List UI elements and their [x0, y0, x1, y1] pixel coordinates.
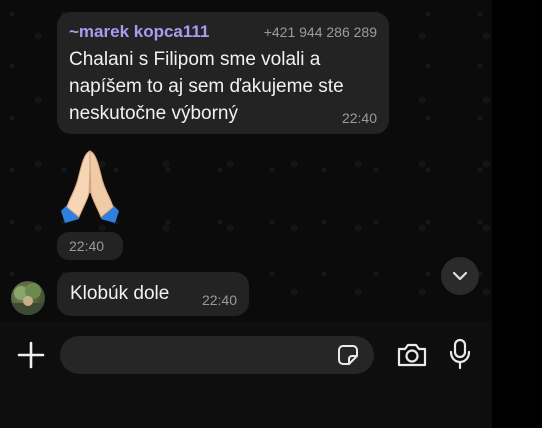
message-time: 22:40: [201, 292, 237, 308]
message-input[interactable]: [60, 336, 374, 374]
avatar-image: [11, 283, 45, 315]
message-time: 22:40: [341, 110, 377, 126]
emoji-time-bubble: 22:40: [57, 232, 123, 260]
sender-name[interactable]: ~marek kopca111: [69, 22, 209, 42]
chevron-down-icon: [452, 271, 468, 281]
sender-row: ~marek kopca111 +421 944 286 289: [69, 22, 379, 42]
sender-phone[interactable]: +421 944 286 289: [264, 24, 377, 40]
message-bubble[interactable]: Klobúk dole 22:40: [57, 272, 249, 316]
scroll-down-button[interactable]: [441, 257, 479, 295]
message-text: Chalani s Filipom sme volali a napíšem t…: [69, 49, 344, 124]
right-strip: [492, 0, 542, 428]
message-text: Klobúk dole: [70, 283, 170, 304]
message-bubble[interactable]: ~marek kopca111 +421 944 286 289 Chalani…: [57, 12, 389, 134]
message-time: 22:40: [69, 238, 105, 254]
attach-button[interactable]: [16, 340, 46, 370]
sticker-icon: [338, 345, 358, 365]
folded-hands-emoji[interactable]: [57, 145, 123, 229]
avatar[interactable]: [11, 281, 45, 315]
plus-icon: [17, 341, 45, 369]
microphone-button[interactable]: [448, 338, 472, 370]
microphone-icon: [449, 338, 471, 370]
camera-button[interactable]: [396, 341, 428, 369]
camera-icon: [397, 343, 427, 367]
chat-area: ~marek kopca111 +421 944 286 289 Chalani…: [0, 0, 492, 322]
sticker-button[interactable]: [335, 342, 361, 368]
